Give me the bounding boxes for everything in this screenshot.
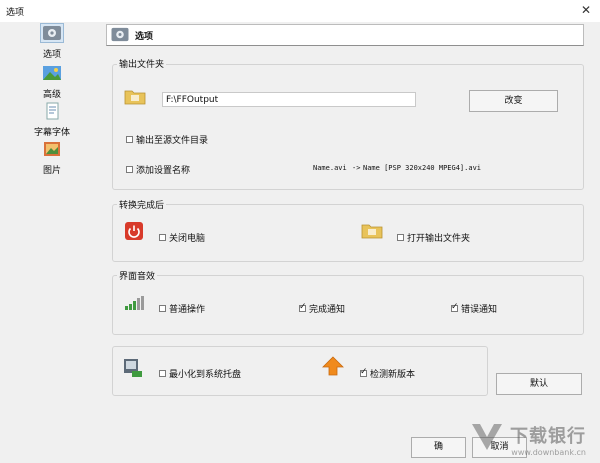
default-button[interactable]: 默认: [496, 373, 582, 395]
title-bar: [0, 0, 600, 22]
minimize-to-tray-checkbox[interactable]: 最小化到系统托盘: [159, 367, 241, 380]
options-header: 选项: [106, 24, 584, 46]
checkbox[interactable]: [360, 367, 368, 377]
example-source-name: Name.avi: [313, 164, 347, 172]
checkbox-label: 输出至源文件目录: [136, 136, 209, 146]
checkbox-label: 最小化到系统托盘: [169, 370, 242, 380]
document-icon: [46, 102, 59, 120]
settings-icon: [111, 27, 129, 42]
shutdown-checkbox[interactable]: 关闭电脑: [159, 231, 205, 244]
check-update-checkbox[interactable]: 检测新版本: [360, 367, 415, 380]
checkbox-label: 添加设置名称: [136, 166, 191, 176]
output-path-field[interactable]: F:\FFOutput: [162, 92, 416, 107]
checkbox-label: 完成通知: [309, 305, 346, 315]
sidebar-item-label: 字幕字体: [33, 128, 70, 138]
image-icon: [43, 66, 61, 80]
checkbox[interactable]: [159, 234, 166, 241]
normal-action-sound-checkbox[interactable]: 普通操作: [159, 302, 205, 315]
output-to-source-checkbox[interactable]: 输出至源文件目录: [126, 133, 208, 146]
volume-bars-icon: [125, 296, 144, 310]
sidebar-item-label: 高级: [42, 90, 61, 100]
example-result-name: Name [PSP 320x240 MPEG4].avi: [363, 164, 482, 172]
window-title: 选项: [6, 8, 25, 18]
page-title: 选项: [135, 32, 154, 42]
group-label: 界面音效: [117, 269, 158, 282]
watermark-logo-icon: [472, 424, 502, 450]
sidebar-item-label: 选项: [42, 50, 61, 60]
folder-icon: [361, 224, 383, 239]
sidebar-item-picture[interactable]: 图片: [28, 140, 76, 176]
checkbox-label: 错误通知: [461, 305, 498, 315]
sidebar-item-advanced[interactable]: 高级: [28, 64, 76, 100]
group-label: 转换完成后: [117, 198, 167, 211]
checkbox-label: 打开输出文件夹: [407, 234, 471, 244]
checkbox[interactable]: [299, 302, 307, 312]
add-setting-name-checkbox[interactable]: 添加设置名称: [126, 163, 190, 176]
power-icon: [125, 222, 143, 240]
checkbox-label: 检测新版本: [370, 370, 416, 380]
example-arrow: ->: [352, 164, 361, 172]
error-notify-checkbox[interactable]: 错误通知: [451, 302, 497, 315]
watermark-text: 下载银行: [510, 426, 586, 447]
checkbox-label: 普通操作: [169, 305, 206, 315]
folder-icon: [124, 90, 146, 105]
done-notify-checkbox[interactable]: 完成通知: [299, 302, 345, 315]
sidebar-item-options[interactable]: 选项: [28, 23, 76, 60]
watermark: 下载银行 www.downbank.cn: [472, 422, 586, 457]
tray-icon: [124, 359, 142, 377]
checkbox[interactable]: [126, 136, 133, 143]
settings-icon: [40, 23, 64, 43]
open-output-folder-checkbox[interactable]: 打开输出文件夹: [397, 231, 470, 244]
group-label: 输出文件夹: [117, 57, 167, 70]
checkbox[interactable]: [126, 166, 133, 173]
close-icon[interactable]: ✕: [580, 4, 592, 16]
ok-button[interactable]: 确: [411, 437, 466, 458]
checkbox[interactable]: [159, 370, 166, 377]
checkbox[interactable]: [159, 305, 166, 312]
watermark-url: www.downbank.cn: [511, 448, 586, 457]
sidebar-item-subtitle-font[interactable]: 字幕字体: [28, 102, 76, 138]
checkbox[interactable]: [451, 302, 459, 312]
picture-icon: [44, 142, 60, 156]
checkbox[interactable]: [397, 234, 404, 241]
update-arrow-icon: [322, 356, 344, 376]
sidebar-item-label: 图片: [42, 166, 61, 176]
checkbox-label: 关闭电脑: [169, 234, 206, 244]
change-folder-button[interactable]: 改变: [469, 90, 558, 112]
